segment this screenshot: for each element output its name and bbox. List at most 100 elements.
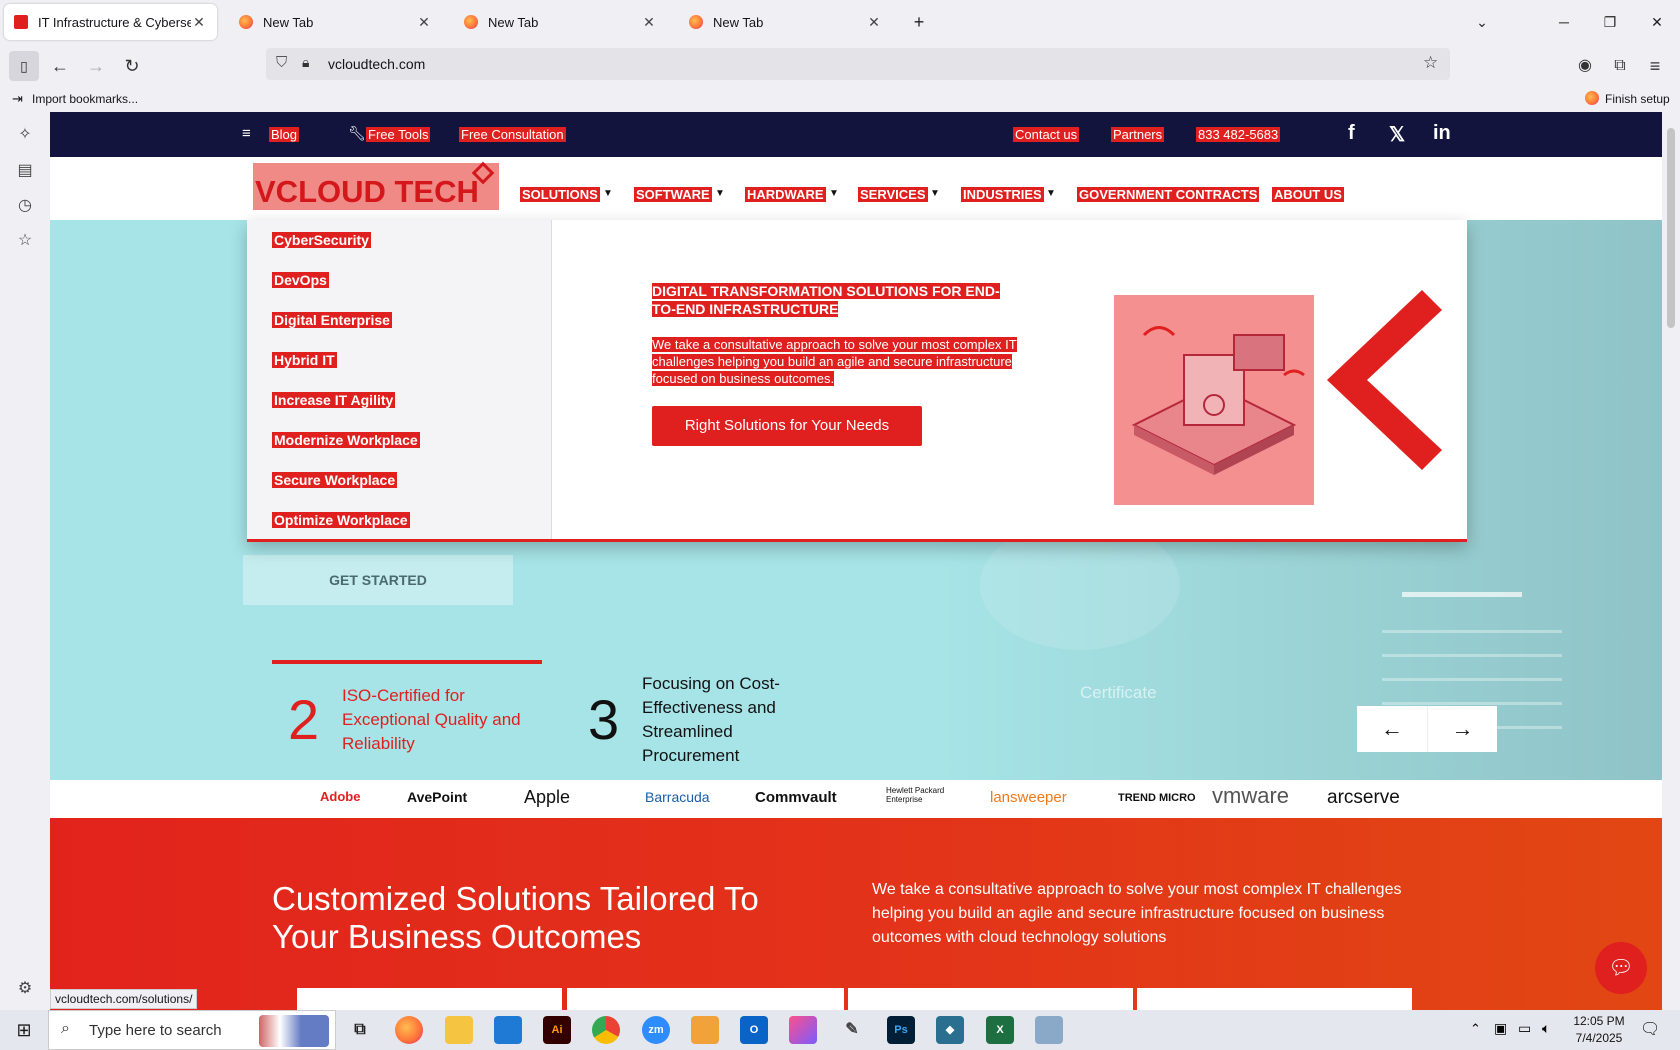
tray-chevron-icon[interactable]: ⌃: [1470, 1021, 1481, 1037]
solution-card[interactable]: [297, 988, 562, 1010]
notepad-icon[interactable]: [1035, 1016, 1063, 1044]
submenu-item-digital-enterprise[interactable]: Digital Enterprise: [272, 312, 392, 328]
apple-logo: Apple: [524, 787, 571, 807]
lock-icon[interactable]: 🔒︎: [302, 54, 309, 71]
close-window-icon[interactable]: ✕: [1645, 10, 1669, 34]
address-bar[interactable]: ⛉ 🔒︎ vcloudtech.com ☆: [266, 48, 1450, 80]
url-text[interactable]: vcloudtech.com: [328, 56, 425, 72]
excel-icon[interactable]: X: [986, 1016, 1014, 1044]
list-tabs-chevron-icon[interactable]: ⌄: [1470, 10, 1494, 34]
vscode-icon[interactable]: [494, 1016, 522, 1044]
hamburger-icon: ≡: [242, 125, 251, 142]
tray-app-icon[interactable]: ▣: [1494, 1020, 1507, 1037]
extensions-icon[interactable]: ⧉: [1605, 51, 1635, 81]
app-icon[interactable]: [691, 1016, 719, 1044]
facebook-icon[interactable]: f: [1348, 122, 1355, 145]
taskbar-search-box[interactable]: ⌕ Type here to search: [48, 1010, 336, 1050]
arcserve-logo: arcserve: [1327, 787, 1400, 808]
creative-cloud-icon[interactable]: [789, 1016, 817, 1044]
close-tab-icon[interactable]: ✕: [416, 14, 432, 31]
finish-setup-link[interactable]: Finish setup: [1605, 92, 1670, 106]
network-icon[interactable]: ▭: [1518, 1020, 1531, 1037]
vcloud-tech-logo[interactable]: VCLOUD TECH: [253, 161, 499, 210]
solution-card[interactable]: [1137, 988, 1412, 1010]
ai-chatbot-icon[interactable]: ✧: [14, 124, 36, 146]
tab-title: IT Infrastructure & Cybersecurit: [38, 14, 191, 30]
menu-software[interactable]: SOFTWARE: [634, 187, 712, 202]
submenu-item-modernize-workplace[interactable]: Modernize Workplace: [272, 432, 420, 448]
synced-tabs-icon[interactable]: ▤: [14, 160, 36, 182]
submenu-item-cybersecurity[interactable]: CyberSecurity: [272, 232, 371, 248]
app-diamond-icon[interactable]: ◆: [936, 1016, 964, 1044]
adobe-logo: Adobe: [320, 789, 361, 804]
bookmarks-icon[interactable]: ☆: [14, 230, 36, 252]
phone-link[interactable]: 833 482-5683: [1196, 127, 1281, 142]
menu-hardware[interactable]: HARDWARE: [745, 187, 826, 202]
close-tab-icon[interactable]: ✕: [866, 14, 882, 31]
volume-icon[interactable]: 🔈︎: [1542, 1020, 1550, 1037]
linkedin-icon[interactable]: in: [1433, 122, 1451, 145]
menu-industries[interactable]: INDUSTRIES: [961, 187, 1044, 202]
tab-new-2[interactable]: New Tab ✕: [454, 4, 667, 40]
new-tab-plus-icon[interactable]: +: [907, 10, 931, 34]
outlook-icon[interactable]: O: [740, 1016, 768, 1044]
reload-icon[interactable]: ↻: [117, 51, 147, 81]
chrome-icon[interactable]: [592, 1016, 620, 1044]
right-solutions-button[interactable]: Right Solutions for Your Needs: [652, 406, 922, 446]
submenu-item-increase-it-agility[interactable]: Increase IT Agility: [272, 392, 396, 408]
carousel-prev-arrow-icon[interactable]: ←: [1357, 706, 1427, 752]
partners-link[interactable]: Partners: [1111, 127, 1165, 142]
submenu-item-secure-workplace[interactable]: Secure Workplace: [272, 472, 398, 488]
history-icon[interactable]: ◷: [14, 195, 36, 217]
restore-icon[interactable]: ❐: [1598, 10, 1622, 34]
submenu-item-optimize-workplace[interactable]: Optimize Workplace: [272, 512, 410, 528]
customize-sidebar-gear-icon[interactable]: ⚙: [14, 978, 36, 1000]
submenu-item-hybrid-it[interactable]: Hybrid IT: [272, 352, 337, 368]
sidebar-toggle-icon[interactable]: ▯: [9, 51, 39, 81]
photoshop-icon[interactable]: Ps: [887, 1016, 915, 1044]
notifications-icon[interactable]: 🗨︎: [1640, 1019, 1660, 1039]
import-bookmarks-link[interactable]: Import bookmarks...: [32, 92, 138, 106]
tab-new-3[interactable]: New Tab ✕: [679, 4, 892, 40]
firefox-taskbar-icon[interactable]: [395, 1016, 423, 1044]
carousel-next-arrow-icon[interactable]: →: [1427, 706, 1497, 752]
file-explorer-icon[interactable]: [445, 1016, 473, 1044]
account-icon[interactable]: ◉: [1570, 51, 1600, 81]
contact-us-link[interactable]: Contact us: [1013, 127, 1080, 142]
submenu-item-devops[interactable]: DevOps: [272, 272, 329, 288]
scrollbar-thumb[interactable]: [1667, 128, 1675, 328]
free-tools-link[interactable]: Free Tools: [366, 127, 431, 142]
mega-menu-heading: DIGITAL TRANSFORMATION SOLUTIONS FOR END…: [652, 283, 1000, 317]
taskbar-clock[interactable]: 12:05 PM 7/4/2025: [1564, 1013, 1634, 1047]
pen-tool-icon[interactable]: ✎: [838, 1016, 866, 1044]
windows-start-icon[interactable]: ⊞: [0, 1010, 48, 1050]
back-icon[interactable]: ←: [45, 51, 75, 81]
menu-government-contracts[interactable]: GOVERNMENT CONTRACTS: [1077, 187, 1260, 202]
free-consultation-link[interactable]: Free Consultation: [459, 127, 566, 142]
blog-link[interactable]: Blog: [269, 127, 300, 142]
x-twitter-icon[interactable]: 𝕏: [1389, 122, 1405, 147]
close-tab-icon[interactable]: ✕: [191, 14, 207, 31]
menu-services[interactable]: SERVICES: [858, 187, 928, 202]
close-tab-icon[interactable]: ✕: [641, 14, 657, 31]
menu-icon[interactable]: ≡: [1640, 51, 1670, 81]
solution-card[interactable]: [848, 988, 1133, 1010]
chat-bubble-icon[interactable]: 💬︎: [1595, 942, 1647, 994]
illustrator-icon[interactable]: Ai: [543, 1016, 571, 1044]
main-navigation: VCLOUD TECH SOLUTIONS ▼ SOFTWARE ▼ HARDW…: [50, 157, 1662, 220]
minimize-icon[interactable]: ─: [1552, 10, 1576, 34]
page-scrollbar[interactable]: [1662, 112, 1680, 1010]
menu-solutions[interactable]: SOLUTIONS: [520, 187, 600, 202]
menu-about-us[interactable]: ABOUT US: [1272, 187, 1344, 202]
shield-icon[interactable]: ⛉: [276, 54, 287, 71]
task-view-icon[interactable]: ⧉: [346, 1016, 374, 1044]
bookmark-star-icon[interactable]: ☆: [1423, 53, 1438, 73]
forward-icon[interactable]: →: [81, 51, 111, 81]
firefox-icon: [1585, 91, 1599, 105]
solution-card[interactable]: [567, 988, 844, 1010]
tab-active[interactable]: IT Infrastructure & Cybersecurit ✕: [4, 4, 217, 40]
stat-number-cost: 3: [588, 688, 620, 751]
zoom-icon[interactable]: zm: [642, 1016, 670, 1044]
tab-new-1[interactable]: New Tab ✕: [229, 4, 442, 40]
get-started-button[interactable]: GET STARTED: [243, 555, 513, 605]
